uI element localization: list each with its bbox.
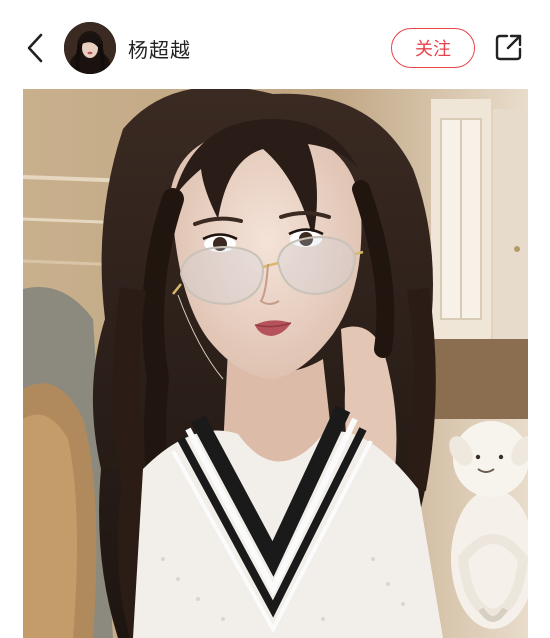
follow-button[interactable]: 关注 bbox=[391, 28, 475, 68]
username[interactable]: 杨超越 bbox=[128, 34, 191, 63]
chevron-left-icon bbox=[27, 33, 43, 63]
selfie-image bbox=[23, 89, 528, 638]
top-bar: 杨超越 关注 bbox=[0, 0, 550, 90]
back-button[interactable] bbox=[20, 28, 50, 68]
post-photo[interactable] bbox=[23, 89, 528, 638]
share-button[interactable] bbox=[492, 30, 526, 64]
share-out-icon bbox=[495, 34, 522, 61]
avatar[interactable] bbox=[64, 22, 116, 74]
